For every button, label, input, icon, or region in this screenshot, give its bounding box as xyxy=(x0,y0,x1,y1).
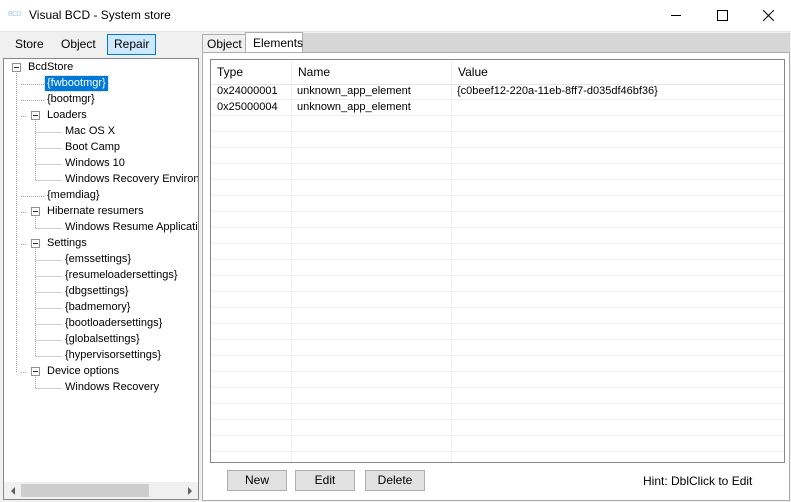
tree-node-windows-recovery[interactable]: Windows Recovery xyxy=(63,380,161,395)
elements-panel: Type Name Value 0x24000001 unknown_app_e… xyxy=(202,52,790,501)
tree-node-hibernate-resumers[interactable]: Hibernate resumers xyxy=(45,204,146,219)
empty-grid-row xyxy=(211,324,784,340)
tree-node-badmemory[interactable]: {badmemory} xyxy=(63,300,132,315)
empty-grid-row xyxy=(211,228,784,244)
grid-header: Type Name Value xyxy=(211,60,784,85)
tree-node-windows-resume[interactable]: Windows Resume Applicati xyxy=(63,220,198,235)
cell-value xyxy=(451,100,784,116)
collapse-device-options-icon[interactable] xyxy=(31,367,40,376)
elements-grid[interactable]: Type Name Value 0x24000001 unknown_app_e… xyxy=(210,59,785,463)
empty-grid-row xyxy=(211,436,784,452)
collapse-bcdstore-icon[interactable] xyxy=(12,63,21,72)
tree-node-dbgsettings[interactable]: {dbgsettings} xyxy=(63,284,131,299)
empty-grid-row xyxy=(211,388,784,404)
collapse-settings-icon[interactable] xyxy=(31,239,40,248)
edit-button[interactable]: Edit xyxy=(295,470,355,491)
empty-grid-row xyxy=(211,372,784,388)
tree-node-windows-recovery-env[interactable]: Windows Recovery Environ xyxy=(63,172,198,187)
empty-grid-row xyxy=(211,260,784,276)
title-bar: BCD Visual BCD - System store xyxy=(0,0,791,32)
menu-object[interactable]: Object xyxy=(55,34,102,55)
tree-node-bootcamp[interactable]: Boot Camp xyxy=(63,140,122,155)
tree-node-bcdstore[interactable]: BcdStore xyxy=(26,60,75,75)
close-icon xyxy=(762,10,774,21)
empty-grid-row xyxy=(211,132,784,148)
collapse-hibernate-icon[interactable] xyxy=(31,207,40,216)
empty-grid-row xyxy=(211,276,784,292)
delete-button[interactable]: Delete xyxy=(365,470,425,491)
maximize-button[interactable] xyxy=(699,0,745,31)
empty-grid-row xyxy=(211,292,784,308)
tree-node-emssettings[interactable]: {emssettings} xyxy=(63,252,133,267)
empty-grid-row xyxy=(211,196,784,212)
tree-node-macosx[interactable]: Mac OS X xyxy=(63,124,117,139)
empty-grid-row xyxy=(211,244,784,260)
tab-object[interactable]: Object xyxy=(202,34,247,52)
table-row[interactable]: 0x24000001 unknown_app_element {c0beef12… xyxy=(211,84,784,100)
tree-node-globalsettings[interactable]: {globalsettings} xyxy=(63,332,142,347)
empty-grid-row xyxy=(211,164,784,180)
tree-node-bootloadersettings[interactable]: {bootloadersettings} xyxy=(63,316,164,331)
empty-grid-row xyxy=(211,340,784,356)
tree-node-device-options[interactable]: Device options xyxy=(45,364,121,379)
scroll-right-icon[interactable] xyxy=(181,482,198,499)
window-title: Visual BCD - System store xyxy=(29,8,171,22)
cell-name: unknown_app_element xyxy=(297,101,411,113)
cell-type: 0x25000004 xyxy=(217,101,278,113)
column-header-type[interactable]: Type xyxy=(211,60,291,84)
tab-strip: Object Elements xyxy=(202,32,790,52)
empty-grid-row xyxy=(211,148,784,164)
empty-grid-row xyxy=(211,356,784,372)
collapse-loaders-icon[interactable] xyxy=(31,111,40,120)
minimize-icon xyxy=(670,15,681,16)
scrollbar-thumb[interactable] xyxy=(21,484,149,497)
empty-grid-row xyxy=(211,116,784,132)
tree-node-bootmgr[interactable]: {bootmgr} xyxy=(45,92,97,107)
maximize-icon xyxy=(716,10,728,21)
empty-grid-row xyxy=(211,420,784,436)
column-header-name[interactable]: Name xyxy=(291,60,451,84)
menu-repair[interactable]: Repair xyxy=(107,34,157,55)
tree-node-loaders[interactable]: Loaders xyxy=(45,108,89,123)
cell-value: {c0beef12-220a-11eb-8ff7-d035df46bf36} xyxy=(457,85,658,97)
minimize-button[interactable] xyxy=(653,0,699,31)
empty-grid-row xyxy=(211,212,784,228)
column-header-value[interactable]: Value xyxy=(451,60,784,84)
empty-grid-row xyxy=(211,452,784,462)
cell-type: 0x24000001 xyxy=(217,85,278,97)
menu-store[interactable]: Store xyxy=(9,34,50,55)
tree-node-windows10[interactable]: Windows 10 xyxy=(63,156,127,171)
new-button[interactable]: New xyxy=(227,470,287,491)
tab-strip-background xyxy=(303,33,790,52)
store-tree[interactable]: BcdStore {fwbootmgr} {bootmgr} Loaders M… xyxy=(3,58,199,500)
tree-node-fwbootmgr[interactable]: {fwbootmgr} xyxy=(44,75,109,92)
close-button[interactable] xyxy=(745,0,791,31)
empty-grid-row xyxy=(211,404,784,420)
cell-name: unknown_app_element xyxy=(297,85,411,97)
menu-bar: Store Object Repair xyxy=(3,33,199,57)
tree-node-resumeloadersettings[interactable]: {resumeloadersettings} xyxy=(63,268,180,283)
scroll-left-icon[interactable] xyxy=(4,482,21,499)
tab-elements[interactable]: Elements xyxy=(245,32,303,52)
tree-node-hypervisorsettings[interactable]: {hypervisorsettings} xyxy=(63,348,163,363)
empty-grid-row xyxy=(211,180,784,196)
tree-horizontal-scrollbar[interactable] xyxy=(4,482,198,499)
tree-node-settings[interactable]: Settings xyxy=(45,236,89,251)
table-row[interactable]: 0x25000004 unknown_app_element xyxy=(211,100,784,116)
tree-node-memdiag[interactable]: {memdiag} xyxy=(45,188,102,203)
hint-text: Hint: DblClick to Edit xyxy=(643,474,753,488)
empty-grid-row xyxy=(211,308,784,324)
app-icon: BCD xyxy=(8,11,22,18)
